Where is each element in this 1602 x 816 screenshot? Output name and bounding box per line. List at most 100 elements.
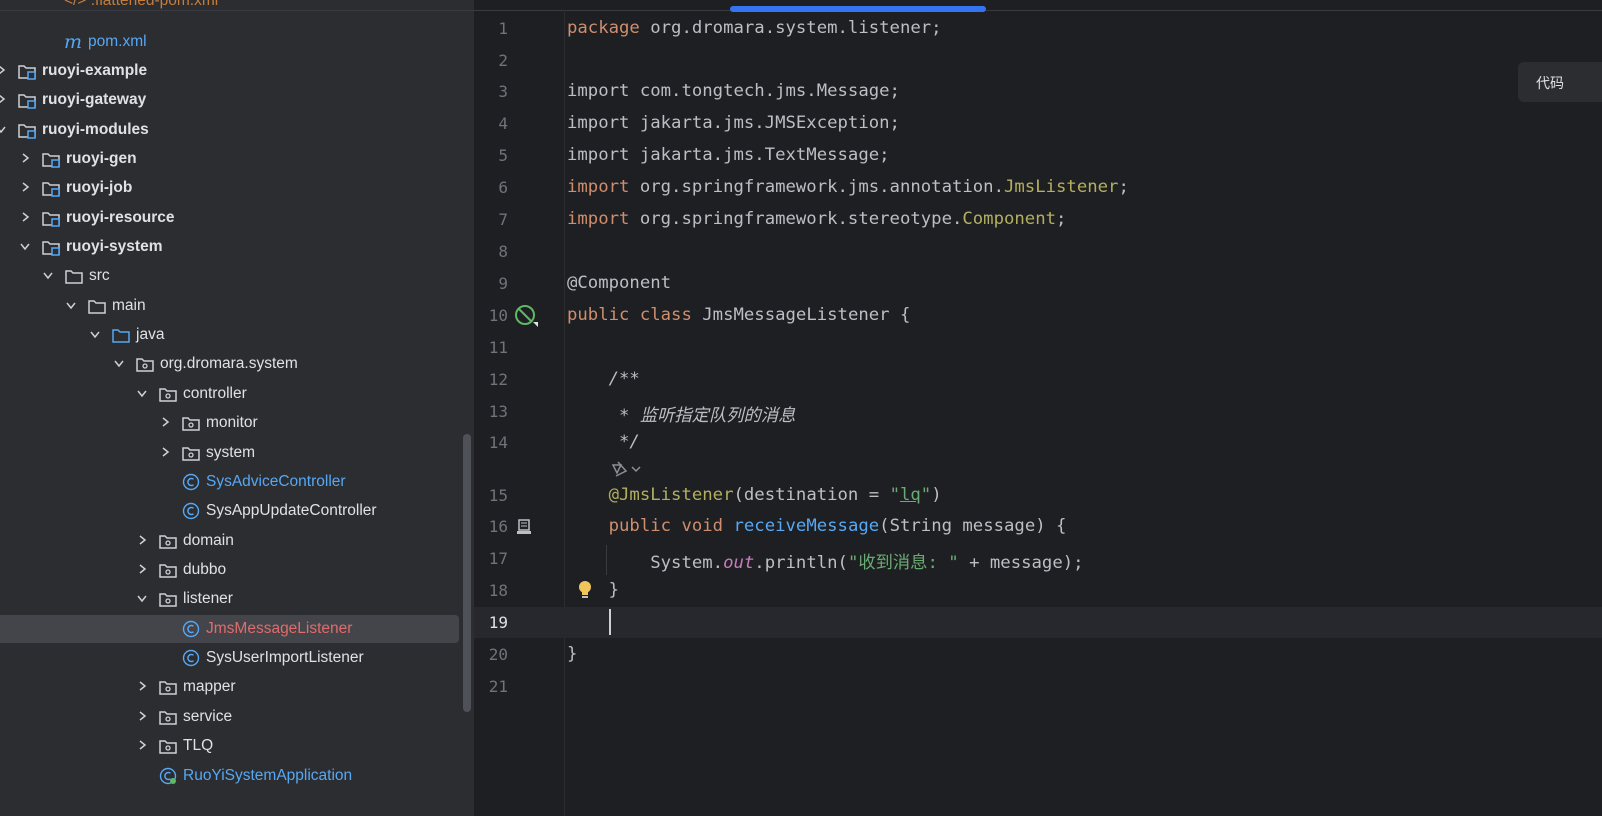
code-line-6[interactable]: 6 import org.springframework.jms.annotat… [474,172,1602,203]
class-icon [182,649,200,667]
queue-gutter-icon[interactable] [516,518,534,536]
chevron-right-icon[interactable] [18,151,32,165]
code-line-1[interactable]: 1 package org.dromara.system.listener; [474,13,1602,44]
tree-item[interactable]: java [0,321,474,349]
tree-item[interactable]: main [0,292,474,320]
line-number: 17 [488,549,508,568]
chevron-down-icon[interactable] [41,268,55,282]
tree-item-label: RuoYiSystemApplication [183,767,353,784]
tree-item[interactable]: ruoyi-gateway [0,86,474,114]
chevron-right-icon[interactable] [135,738,149,752]
code-line-7[interactable]: 7 import org.springframework.stereotype.… [474,204,1602,235]
chevron-right-icon[interactable] [0,92,8,106]
tree-item[interactable]: JmsMessageListener [0,615,459,643]
chevron-right-icon[interactable] [18,180,32,194]
code-line-5[interactable]: 5 import jakarta.jms.TextMessage; [474,140,1602,171]
tree-scrollbar[interactable] [463,434,471,712]
code-line-19[interactable]: 19 [474,607,1602,638]
code-text: * 监听指定队列的消息 [567,406,796,426]
tree-item[interactable]: m pom.xml [0,28,474,56]
tree-item[interactable]: system [0,439,474,467]
chevron-right-icon[interactable] [135,679,149,693]
tree-item[interactable]: ruoyi-system [0,233,474,261]
tree-item[interactable]: SysUserImportListener [0,644,474,672]
tree-item[interactable]: SysAdviceController [0,468,474,496]
tree-item[interactable]: controller [0,380,474,408]
tree-item[interactable]: ruoyi-example [0,57,474,85]
code-line-17[interactable]: 17 System.out.println("收到消息: " + message… [474,543,1602,574]
chevron-right-icon[interactable] [135,709,149,723]
code-editor[interactable]: 1 package org.dromara.system.listener; 2… [474,0,1602,816]
code-text: public class JmsMessageListener { [567,305,911,325]
code-line-13[interactable]: 13 * 监听指定队列的消息 [474,396,1602,427]
chevron-down-icon[interactable] [135,386,149,400]
code-line-16[interactable]: 16 public void receiveMessage(String mes… [474,511,1602,542]
tree-item[interactable]: src [0,262,474,290]
code-line-2[interactable]: 2 [474,45,1602,76]
text-caret [609,609,611,635]
chevron-down-icon[interactable] [135,591,149,605]
code-line-9[interactable]: 9 @Component [474,268,1602,299]
code-line-14[interactable]: 14 */ [474,427,1602,458]
line-number: 18 [488,581,508,600]
code-text: import com.tongtech.jms.Message; [567,81,900,101]
code-line-12[interactable]: 12 /** [474,364,1602,395]
source-folder-icon [112,326,130,344]
tree-item[interactable]: org.dromara.system [0,350,474,378]
chevron-down-icon[interactable] [64,298,78,312]
chevron-down-icon[interactable] [18,239,32,253]
tree-item[interactable]: listener [0,585,474,613]
line-number: 21 [488,677,508,696]
line-number: 5 [498,146,508,165]
code-line-8[interactable]: 8 [474,236,1602,267]
chevron-down-icon[interactable] [112,356,126,370]
spring-bean-gutter-icon[interactable] [514,304,540,328]
chevron-right-icon[interactable] [135,533,149,547]
tree-item[interactable]: monitor [0,409,474,437]
code-hint-label: 代码 [1536,76,1564,92]
code-line-4[interactable]: 4 import jakarta.jms.JMSException; [474,108,1602,139]
folder-icon [88,297,106,315]
code-line-20[interactable]: 20 } [474,639,1602,670]
tree-item[interactable]: ruoyi-modules [0,116,474,144]
code-line-15[interactable]: 15 @JmsListener(destination = "lq") [474,480,1602,511]
code-line-10[interactable]: 10 public class JmsMessageListener { [474,300,1602,331]
code-line-11[interactable]: 11 [474,332,1602,363]
tree-item[interactable]: SysAppUpdateController [0,497,474,525]
tree-item[interactable]: RuoYiSystemApplication [0,762,474,790]
tree-item[interactable]: TLQ [0,732,474,760]
code-text: System.out.println("收到消息: " + message); [567,553,1084,573]
code-text: } [567,580,620,600]
package-icon [159,590,177,608]
code-text: public void receiveMessage(String messag… [608,516,1067,536]
tree-item-label: JmsMessageListener [206,620,353,637]
chevron-right-icon[interactable] [158,445,172,459]
tree-item[interactable]: mapper [0,673,474,701]
chevron-right-icon[interactable] [158,415,172,429]
code-line-21[interactable]: 21 [474,671,1602,702]
code-line-18[interactable]: 18 } [474,575,1602,606]
code-hint-button[interactable]: 代码 [1518,62,1602,102]
tree-item[interactable]: </> .flattened-pom.xml [0,0,474,28]
chevron-right-icon[interactable] [18,210,32,224]
chevron-down-icon[interactable] [0,122,8,136]
tree-item[interactable]: ruoyi-gen [0,145,474,173]
code-line-3[interactable]: 3 import com.tongtech.jms.Message; [474,76,1602,107]
tree-item-label: ruoyi-example [42,62,148,79]
tree-item-label: ruoyi-resource [66,209,175,226]
tree-item-label: monitor [206,414,258,431]
ai-action-row[interactable] [474,457,1602,481]
tree-item[interactable]: ruoyi-job [0,174,474,202]
chevron-right-icon[interactable] [0,63,8,77]
chevron-right-icon[interactable] [135,562,149,576]
tree-item[interactable]: domain [0,527,474,555]
code-text: import jakarta.jms.JMSException; [567,113,900,133]
tree-item[interactable]: dubbo [0,556,474,584]
package-icon [159,678,177,696]
code-text: } [567,644,578,664]
ai-assistant-icon[interactable] [610,459,642,479]
chevron-down-icon[interactable] [88,327,102,341]
tree-item[interactable]: service [0,703,474,731]
tree-item[interactable]: ruoyi-resource [0,204,474,232]
tree-item-label: ruoyi-gateway [42,91,147,108]
